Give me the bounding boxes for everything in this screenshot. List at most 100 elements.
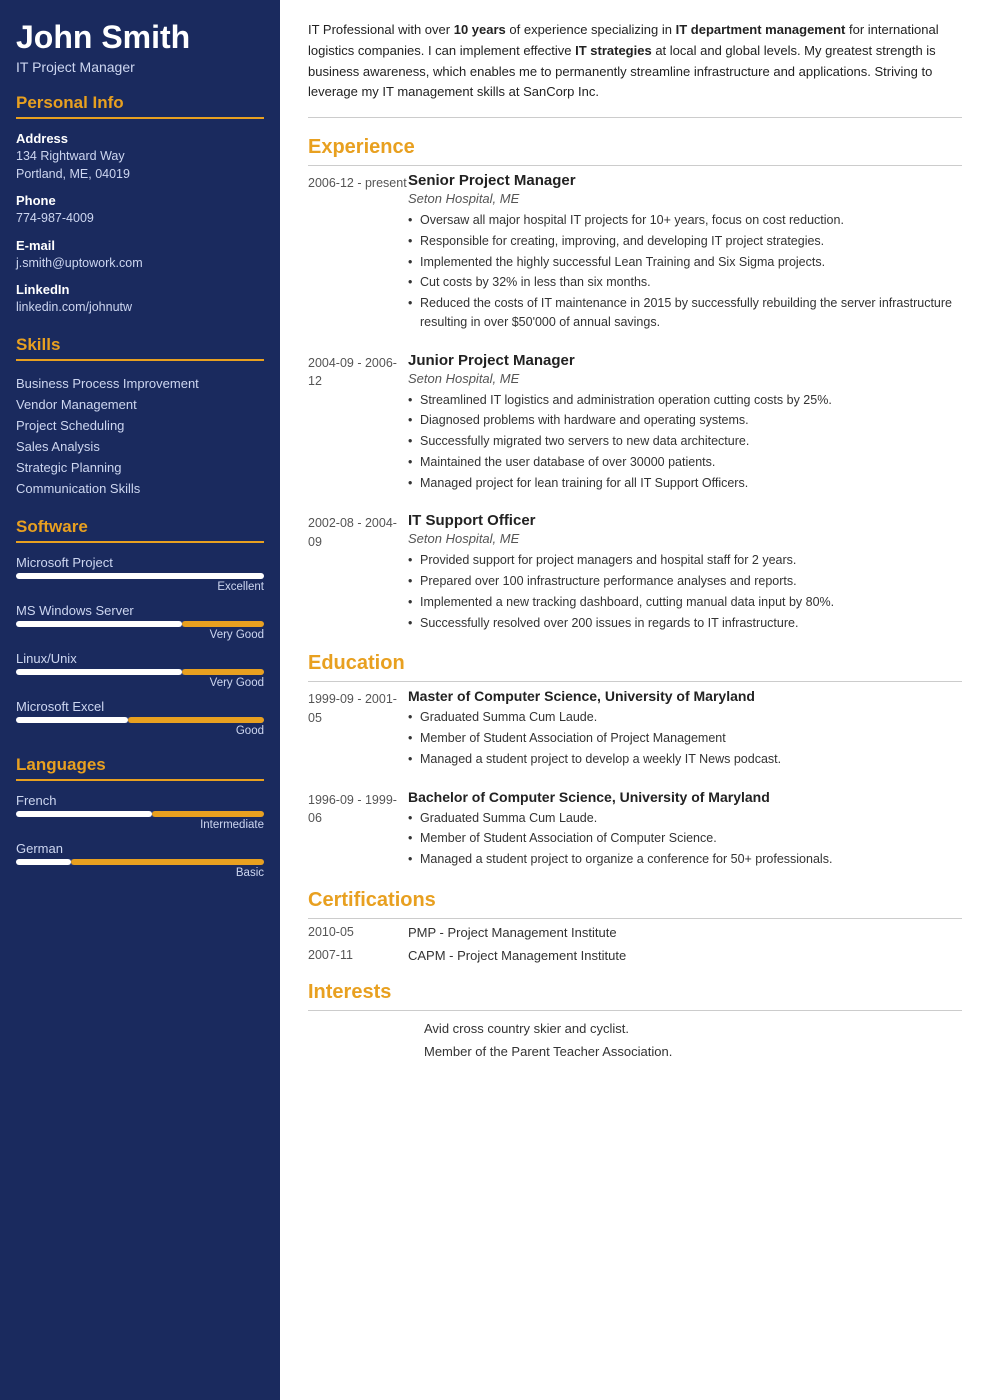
software-bar xyxy=(16,573,264,579)
languages-title: Languages xyxy=(16,755,264,781)
experience-entry: 2006-12 - present Senior Project Manager… xyxy=(308,172,962,334)
education-entry: 1996-09 - 1999-06 Bachelor of Computer S… xyxy=(308,789,962,871)
bullet-item: Implemented the highly successful Lean T… xyxy=(408,253,962,272)
software-item: MS Windows Server Very Good xyxy=(16,603,264,641)
edu-degree: Master of Computer Science, University o… xyxy=(408,688,962,704)
entry-date: 1999-09 - 2001-05 xyxy=(308,688,408,770)
languages-section: Languages French Intermediate German Bas… xyxy=(16,755,264,879)
entry-content: Senior Project Manager Seton Hospital, M… xyxy=(408,172,962,334)
language-bar xyxy=(16,811,264,817)
bullet-item: Successfully resolved over 200 issues in… xyxy=(408,614,962,633)
interests-content: Avid cross country skier and cyclist.Mem… xyxy=(308,1017,962,1064)
experience-entry: 2004-09 - 2006-12 Junior Project Manager… xyxy=(308,352,962,495)
skill-item: Vendor Management xyxy=(16,394,264,415)
cert-row: 2007-11 CAPM - Project Management Instit… xyxy=(308,948,962,963)
software-level: Excellent xyxy=(16,581,264,593)
linkedin-label: LinkedIn xyxy=(16,282,264,297)
entry-content: Master of Computer Science, University o… xyxy=(408,688,962,770)
language-level: Basic xyxy=(16,867,264,879)
email-value: j.smith@uptowork.com xyxy=(16,255,264,273)
edu-degree: Bachelor of Computer Science, University… xyxy=(408,789,962,805)
interest-item: Member of the Parent Teacher Association… xyxy=(408,1040,962,1063)
interests-section: Interests Avid cross country skier and c… xyxy=(308,981,962,1064)
sidebar-name: John Smith xyxy=(16,20,264,55)
bullets-list: Graduated Summa Cum Laude.Member of Stud… xyxy=(408,809,962,869)
phone-label: Phone xyxy=(16,193,264,208)
bullet-item: Managed a student project to develop a w… xyxy=(408,750,962,769)
bar-colored xyxy=(128,717,264,723)
language-name: German xyxy=(16,841,264,856)
bullet-item: Prepared over 100 infrastructure perform… xyxy=(408,572,962,591)
bar-white xyxy=(16,717,128,723)
address-line1: 134 Rightward Way xyxy=(16,148,264,166)
skills-title: Skills xyxy=(16,335,264,361)
language-name: French xyxy=(16,793,264,808)
language-item: German Basic xyxy=(16,841,264,879)
software-name: MS Windows Server xyxy=(16,603,264,618)
cert-date: 2010-05 xyxy=(308,925,408,940)
software-bar xyxy=(16,621,264,627)
bullet-item: Graduated Summa Cum Laude. xyxy=(408,809,962,828)
bar-white xyxy=(16,573,264,579)
entry-date: 2002-08 - 2004-09 xyxy=(308,512,408,634)
software-item: Microsoft Project Excellent xyxy=(16,555,264,593)
bullet-item: Oversaw all major hospital IT projects f… xyxy=(408,211,962,230)
bullet-item: Implemented a new tracking dashboard, cu… xyxy=(408,593,962,612)
experience-section: Experience 2006-12 - present Senior Proj… xyxy=(308,136,962,634)
job-title: IT Support Officer xyxy=(408,512,962,529)
education-entry: 1999-09 - 2001-05 Master of Computer Sci… xyxy=(308,688,962,770)
entry-date: 2004-09 - 2006-12 xyxy=(308,352,408,495)
bullet-item: Managed a student project to organize a … xyxy=(408,850,962,869)
linkedin-value: linkedin.com/johnutw xyxy=(16,299,264,317)
bullet-item: Managed project for lean training for al… xyxy=(408,474,962,493)
bullets-list: Oversaw all major hospital IT projects f… xyxy=(408,211,962,332)
experience-entry: 2002-08 - 2004-09 IT Support Officer Set… xyxy=(308,512,962,634)
software-list: Microsoft Project Excellent MS Windows S… xyxy=(16,555,264,737)
bullet-item: Streamlined IT logistics and administrat… xyxy=(408,391,962,410)
bullet-item: Successfully migrated two servers to new… xyxy=(408,432,962,451)
cert-name: CAPM - Project Management Institute xyxy=(408,948,626,963)
skill-item: Business Process Improvement xyxy=(16,373,264,394)
education-title: Education xyxy=(308,652,962,682)
skill-item: Communication Skills xyxy=(16,478,264,499)
bar-white xyxy=(16,669,182,675)
bullet-item: Member of Student Association of Compute… xyxy=(408,829,962,848)
cert-name: PMP - Project Management Institute xyxy=(408,925,617,940)
education-section: Education 1999-09 - 2001-05 Master of Co… xyxy=(308,652,962,871)
bar-colored xyxy=(182,621,264,627)
interest-item: Avid cross country skier and cyclist. xyxy=(408,1017,962,1040)
skill-item: Sales Analysis xyxy=(16,436,264,457)
company: Seton Hospital, ME xyxy=(408,191,962,206)
company: Seton Hospital, ME xyxy=(408,371,962,386)
company: Seton Hospital, ME xyxy=(408,531,962,546)
software-level: Good xyxy=(16,725,264,737)
bullets-list: Provided support for project managers an… xyxy=(408,551,962,632)
language-bar xyxy=(16,859,264,865)
language-level: Intermediate xyxy=(16,819,264,831)
address-label: Address xyxy=(16,131,264,146)
main-content: IT Professional with over 10 years of ex… xyxy=(280,0,990,1400)
software-item: Microsoft Excel Good xyxy=(16,699,264,737)
entry-date: 2006-12 - present xyxy=(308,172,408,334)
certifications-section: Certifications 2010-05 PMP - Project Man… xyxy=(308,889,962,963)
software-level: Very Good xyxy=(16,677,264,689)
bullet-item: Diagnosed problems with hardware and ope… xyxy=(408,411,962,430)
bullet-item: Graduated Summa Cum Laude. xyxy=(408,708,962,727)
entry-content: IT Support Officer Seton Hospital, ME Pr… xyxy=(408,512,962,634)
bar-white xyxy=(16,859,71,865)
skills-section: Skills Business Process ImprovementVendo… xyxy=(16,335,264,499)
languages-list: French Intermediate German Basic xyxy=(16,793,264,879)
sidebar: John Smith IT Project Manager Personal I… xyxy=(0,0,280,1400)
cert-row: 2010-05 PMP - Project Management Institu… xyxy=(308,925,962,940)
skill-item: Project Scheduling xyxy=(16,415,264,436)
interests-title: Interests xyxy=(308,981,962,1011)
bullets-list: Graduated Summa Cum Laude. Member of Stud… xyxy=(408,708,962,768)
bullet-item: Provided support for project managers an… xyxy=(408,551,962,570)
software-bar xyxy=(16,669,264,675)
software-name: Linux/Unix xyxy=(16,651,264,666)
bar-white xyxy=(16,811,152,817)
bullet-item: Member of Student Association of Project… xyxy=(408,729,962,748)
entry-content: Bachelor of Computer Science, University… xyxy=(408,789,962,871)
email-label: E-mail xyxy=(16,238,264,253)
software-section: Software Microsoft Project Excellent MS … xyxy=(16,517,264,737)
